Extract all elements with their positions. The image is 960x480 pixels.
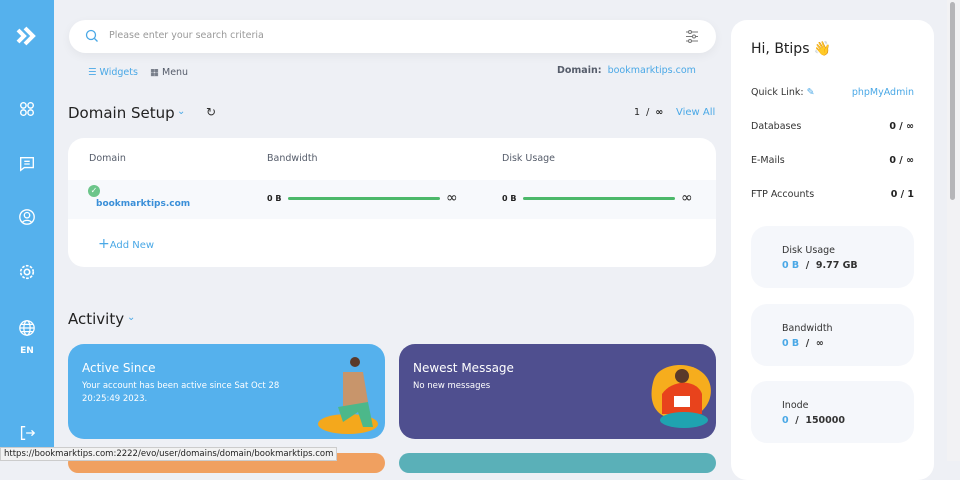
plus-icon: + [98, 236, 110, 252]
usage-label: Bandwidth [782, 323, 833, 334]
illustration-icon [318, 357, 378, 434]
scrollbar-thumb[interactable] [950, 2, 955, 200]
usage-value: 0 B / ∞ [782, 338, 824, 349]
scrollbar[interactable] [947, 0, 960, 461]
status-bar-url: https://bookmarktips.com:2222/evo/user/d… [0, 447, 338, 461]
newest-message-card: Newest Message No new messages [399, 344, 716, 439]
active-since-card: Active Since Your account has been activ… [68, 344, 385, 439]
logo-icon[interactable] [0, 24, 54, 48]
refresh-icon[interactable]: ↻ [206, 105, 216, 119]
domain-indicator: Domain: bookmarktips.com [557, 65, 696, 76]
apps-icon[interactable] [0, 100, 54, 118]
domain-table: Domain Bandwidth Disk Usage ✓ bookmarkti… [68, 138, 716, 267]
col-disk-usage: Disk Usage [502, 153, 556, 164]
card-title: Newest Message [413, 361, 514, 375]
settings-icon[interactable] [0, 263, 54, 281]
widgets-label: Widgets [99, 67, 138, 78]
phpmyadmin-link[interactable]: phpMyAdmin [852, 87, 914, 98]
card-text: Your account has been active since Sat O… [82, 381, 280, 404]
col-domain: Domain [89, 153, 126, 164]
separator: / [646, 107, 650, 118]
search-icon [85, 29, 98, 42]
quick-link-text: Quick Link: [751, 87, 804, 98]
chevron-down-icon[interactable]: ⌄ [127, 312, 135, 323]
total: 9.77 GB [815, 260, 858, 271]
add-new-button[interactable]: +Add New [98, 236, 154, 252]
messages-icon[interactable] [0, 155, 54, 173]
bandwidth-bar [288, 197, 440, 200]
stat-value: 0 / ∞ [889, 121, 914, 132]
bandwidth-box: Bandwidth 0 B / ∞ [751, 304, 914, 366]
greeting: Hi, Btips 👋 [751, 41, 832, 57]
stat-label: Databases [751, 121, 802, 132]
disk-value: 0 B [502, 194, 517, 203]
stat-value: 0 / 1 [890, 189, 914, 200]
used: 0 [782, 415, 789, 426]
total: 150000 [805, 415, 845, 426]
sidebar: EN [0, 0, 54, 461]
bandwidth-limit: ∞ [446, 190, 458, 206]
pencil-icon[interactable]: ✎ [807, 87, 815, 98]
count: 1 [634, 107, 641, 118]
language-icon[interactable] [0, 319, 54, 337]
inode-box: Inode 0 / 150000 [751, 381, 914, 443]
card-text: No new messages [413, 381, 491, 391]
activity-card-partial [399, 453, 716, 473]
add-new-label: Add New [109, 240, 155, 251]
limit: ∞ [655, 107, 664, 118]
usage-label: Disk Usage [782, 245, 836, 256]
table-row[interactable]: ✓ bookmarktips.com 0 B ∞ 0 B ∞ [68, 180, 716, 219]
chevron-down-icon[interactable]: ⌄ [177, 106, 185, 117]
quick-link-label: Quick Link: ✎ [751, 87, 815, 98]
used: 0 B [782, 338, 800, 349]
illustration-icon [651, 364, 711, 428]
language-label[interactable]: EN [0, 346, 54, 356]
filter-icon[interactable] [685, 29, 699, 44]
view-all-link[interactable]: View All [676, 107, 715, 118]
usage-label: Inode [782, 400, 809, 411]
widgets-tab[interactable]: ☰ Widgets [88, 67, 138, 78]
domain-label: Domain: [557, 65, 602, 76]
activity-title: Activity [68, 310, 125, 328]
used: 0 B [782, 260, 800, 271]
domain-count: 1 / ∞ [634, 107, 663, 118]
bandwidth-value: 0 B [267, 194, 282, 203]
domain-setup-title: Domain Setup [68, 104, 175, 122]
stat-label: FTP Accounts [751, 189, 815, 200]
search-input[interactable]: Please enter your search criteria [109, 30, 264, 41]
menu-tab[interactable]: ▦ Menu [150, 67, 188, 78]
total: ∞ [815, 338, 824, 349]
stat-value: 0 / ∞ [889, 155, 914, 166]
disk-bar [523, 197, 675, 200]
card-title: Active Since [82, 361, 156, 375]
col-bandwidth: Bandwidth [267, 153, 318, 164]
check-icon: ✓ [88, 185, 100, 197]
domain-value[interactable]: bookmarktips.com [608, 65, 696, 76]
menu-label: Menu [162, 67, 189, 78]
disk-usage-box: Disk Usage 0 B / 9.77 GB [751, 226, 914, 288]
logout-icon[interactable] [0, 424, 54, 442]
stat-label: E-Mails [751, 155, 785, 166]
profile-icon[interactable] [0, 208, 54, 226]
domain-link[interactable]: bookmarktips.com [96, 199, 190, 209]
usage-value: 0 / 150000 [782, 415, 845, 426]
usage-value: 0 B / 9.77 GB [782, 260, 858, 271]
search-bar[interactable]: Please enter your search criteria [69, 20, 716, 53]
disk-limit: ∞ [681, 190, 693, 206]
